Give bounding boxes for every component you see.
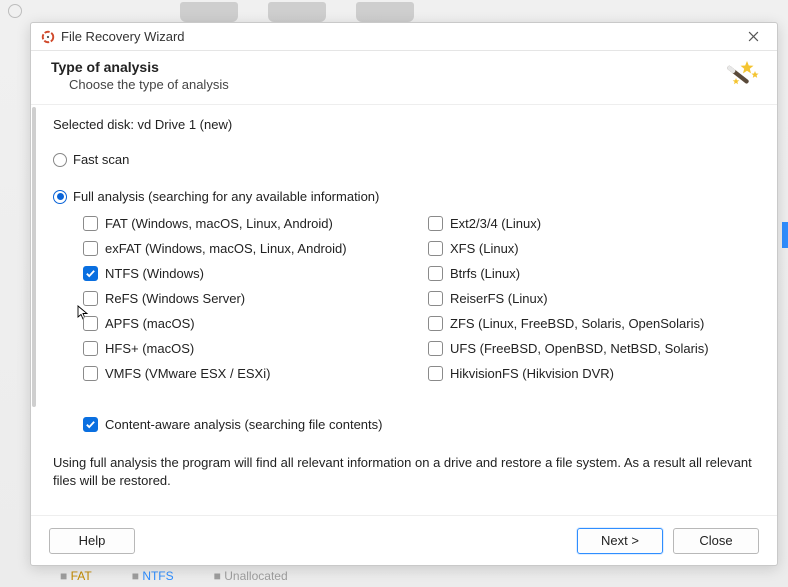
checkbox-refs[interactable]: ReFS (Windows Server)	[83, 291, 408, 306]
help-button[interactable]: Help	[49, 528, 135, 554]
radio-full-label: Full analysis (searching for any availab…	[73, 189, 379, 204]
checkbox-hikvisionfs[interactable]: HikvisionFS (Hikvision DVR)	[428, 366, 753, 381]
checkbox-icon	[83, 341, 98, 356]
checkbox-icon	[83, 216, 98, 231]
bg-disk-icons	[180, 2, 414, 22]
bg-circle-icon	[8, 4, 22, 18]
checkbox-icon	[428, 291, 443, 306]
checkbox-fat[interactable]: FAT (Windows, macOS, Linux, Android)	[83, 216, 408, 231]
checkbox-zfs[interactable]: ZFS (Linux, FreeBSD, Solaris, OpenSolari…	[428, 316, 753, 331]
checkbox-icon	[428, 241, 443, 256]
checkbox-icon	[428, 216, 443, 231]
checkbox-apfs[interactable]: APFS (macOS)	[83, 316, 408, 331]
checkbox-icon	[83, 241, 98, 256]
checkbox-icon	[428, 366, 443, 381]
wizard-body: Selected disk: vd Drive 1 (new) Fast sca…	[31, 105, 777, 515]
wizard-footer: Help Next > Close	[31, 515, 777, 565]
checkbox-reiserfs[interactable]: ReiserFS (Linux)	[428, 291, 753, 306]
status-ntfs: NTFS	[142, 569, 173, 583]
wizard-header: Type of analysis Choose the type of anal…	[31, 51, 777, 105]
scroll-thumb[interactable]	[32, 107, 36, 407]
analysis-description: Using full analysis the program will fin…	[53, 454, 753, 489]
checkbox-ufs[interactable]: UFS (FreeBSD, OpenBSD, NetBSD, Solaris)	[428, 341, 753, 356]
checkbox-content-aware[interactable]: Content-aware analysis (searching file c…	[83, 417, 753, 432]
bg-selection-bar	[782, 222, 788, 248]
checkbox-icon	[83, 417, 98, 432]
checkbox-btrfs[interactable]: Btrfs (Linux)	[428, 266, 753, 281]
checkbox-icon	[83, 366, 98, 381]
page-title: Type of analysis	[51, 59, 757, 75]
window-title: File Recovery Wizard	[61, 29, 185, 44]
checkbox-icon	[83, 266, 98, 281]
checkbox-ext[interactable]: Ext2/3/4 (Linux)	[428, 216, 753, 231]
checkbox-ntfs[interactable]: NTFS (Windows)	[83, 266, 408, 281]
radio-icon	[53, 153, 67, 167]
radio-fast-scan[interactable]: Fast scan	[53, 152, 753, 167]
radio-full-analysis[interactable]: Full analysis (searching for any availab…	[53, 189, 753, 204]
checkbox-xfs[interactable]: XFS (Linux)	[428, 241, 753, 256]
checkbox-icon	[83, 291, 98, 306]
filesystem-grid: FAT (Windows, macOS, Linux, Android) Ext…	[83, 216, 753, 381]
status-fat: FAT	[71, 569, 92, 583]
checkbox-icon	[83, 316, 98, 331]
checkbox-hfs[interactable]: HFS+ (macOS)	[83, 341, 408, 356]
checkbox-vmfs[interactable]: VMFS (VMware ESX / ESXi)	[83, 366, 408, 381]
page-subtitle: Choose the type of analysis	[69, 77, 757, 92]
app-icon	[41, 30, 55, 44]
close-button[interactable]	[739, 25, 767, 49]
radio-icon	[53, 190, 67, 204]
status-unallocated: Unallocated	[224, 569, 287, 583]
next-button[interactable]: Next >	[577, 528, 663, 554]
status-bar: ■ FAT ■ NTFS ■ Unallocated	[0, 567, 788, 585]
radio-fast-label: Fast scan	[73, 152, 129, 167]
title-bar: File Recovery Wizard	[31, 23, 777, 51]
wand-icon	[711, 57, 759, 102]
checkbox-icon	[428, 341, 443, 356]
checkbox-icon	[428, 266, 443, 281]
wizard-dialog: File Recovery Wizard Type of analysis Ch…	[30, 22, 778, 566]
checkbox-icon	[428, 316, 443, 331]
selected-disk-label: Selected disk: vd Drive 1 (new)	[53, 117, 753, 132]
checkbox-exfat[interactable]: exFAT (Windows, macOS, Linux, Android)	[83, 241, 408, 256]
close-footer-button[interactable]: Close	[673, 528, 759, 554]
